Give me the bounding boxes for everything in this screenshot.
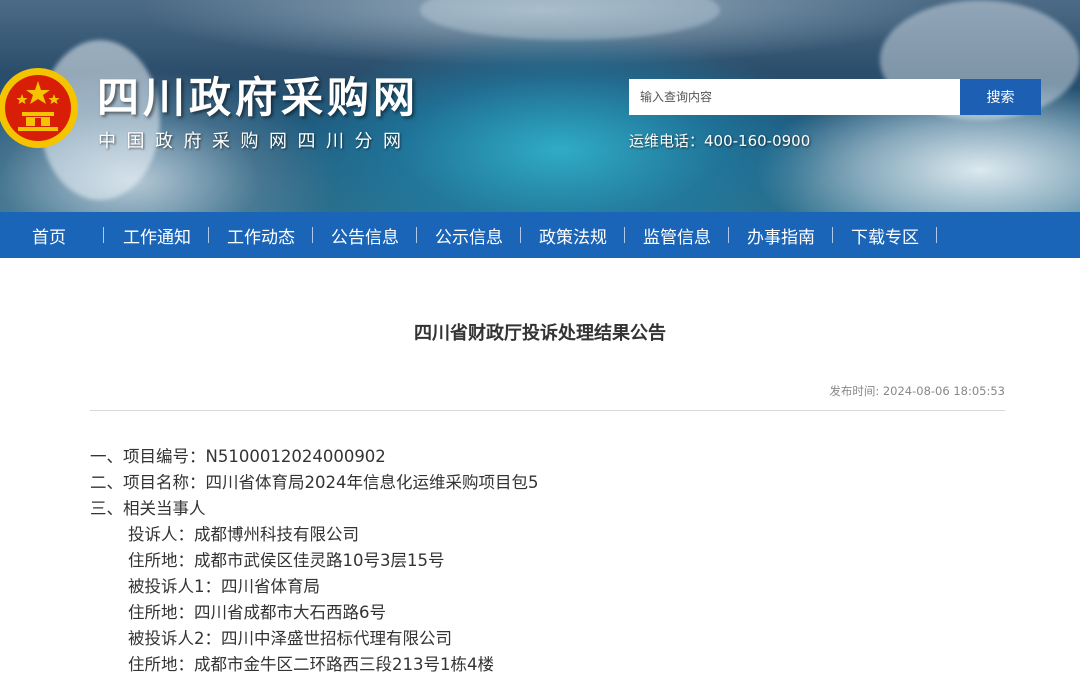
complainant-address-line: 住所地：成都市武侯区佳灵路10号3层15号: [128, 551, 445, 570]
support-hotline: 运维电话：400-160-0900: [629, 132, 811, 150]
nav-separator: [728, 227, 729, 243]
nav-item-downloads[interactable]: 下载专区: [851, 212, 919, 258]
nav-item-guide[interactable]: 办事指南: [747, 212, 815, 258]
respondent-2-address-line: 住所地：成都市金牛区二环路西三段213号1栋4楼: [128, 655, 494, 674]
project-number-line: 一、项目编号：N5100012024000902: [90, 447, 386, 466]
divider: [90, 410, 1005, 411]
nav-item-work-notices[interactable]: 工作通知: [123, 212, 191, 258]
respondent-1-line: 被投诉人1：四川省体育局: [128, 577, 320, 596]
nav-separator: [208, 227, 209, 243]
nav-item-label: 办事指南: [747, 227, 815, 248]
nav-separator: [624, 227, 625, 243]
nav-separator: [936, 227, 937, 243]
nav-item-label: 工作动态: [227, 227, 295, 248]
nav-separator: [103, 227, 104, 243]
respondent-2-line: 被投诉人2：四川中泽盛世招标代理有限公司: [128, 629, 452, 648]
project-name-line: 二、项目名称：四川省体育局2024年信息化运维采购项目包5: [90, 473, 539, 492]
nav-item-label: 公告信息: [331, 227, 399, 248]
article-title: 四川省财政厅投诉处理结果公告: [414, 323, 666, 344]
respondent-1-address-line: 住所地：四川省成都市大石西路6号: [128, 603, 386, 622]
nav-item-publicity[interactable]: 公示信息: [435, 212, 503, 258]
site-subtitle: 中国政府采购网四川分网: [98, 131, 412, 152]
complainant-line: 投诉人：成都博州科技有限公司: [128, 525, 359, 544]
decorative-snow-tree: [420, 0, 720, 40]
nav-item-label: 公示信息: [435, 227, 503, 248]
nav-item-label: 下载专区: [851, 227, 919, 248]
nav-item-work-news[interactable]: 工作动态: [227, 212, 295, 258]
nav-item-label: 工作通知: [123, 227, 191, 248]
nav-separator: [312, 227, 313, 243]
nav-item-policies[interactable]: 政策法规: [539, 212, 607, 258]
nav-item-label: 政策法规: [539, 227, 607, 248]
nav-separator: [416, 227, 417, 243]
main-nav: 首页 工作通知 工作动态 公告信息 公示信息 政策法规 监管信息 办事指南 下载…: [0, 212, 1080, 258]
nav-item-label: 监管信息: [643, 227, 711, 248]
nav-item-supervision[interactable]: 监管信息: [643, 212, 711, 258]
nav-separator: [832, 227, 833, 243]
site-header: 四川政府采购网 中国政府采购网四川分网 搜索 运维电话：400-160-0900: [0, 0, 1080, 212]
nav-separator: [520, 227, 521, 243]
nav-item-label: 首页: [32, 227, 66, 248]
article-content: 四川省财政厅投诉处理结果公告 发布时间: 2024-08-06 18:05:53…: [0, 258, 1080, 679]
nav-item-home[interactable]: 首页: [32, 212, 66, 258]
search-input[interactable]: [629, 79, 960, 115]
search-button[interactable]: 搜索: [960, 79, 1041, 115]
site-title[interactable]: 四川政府采购网: [97, 72, 419, 124]
parties-heading: 三、相关当事人: [90, 499, 206, 518]
nav-item-announcements[interactable]: 公告信息: [331, 212, 399, 258]
publish-time: 发布时间: 2024-08-06 18:05:53: [829, 384, 1005, 398]
article-body: 一、项目编号：N5100012024000902 二、项目名称：四川省体育局20…: [90, 444, 539, 678]
national-emblem-icon[interactable]: [0, 64, 82, 152]
